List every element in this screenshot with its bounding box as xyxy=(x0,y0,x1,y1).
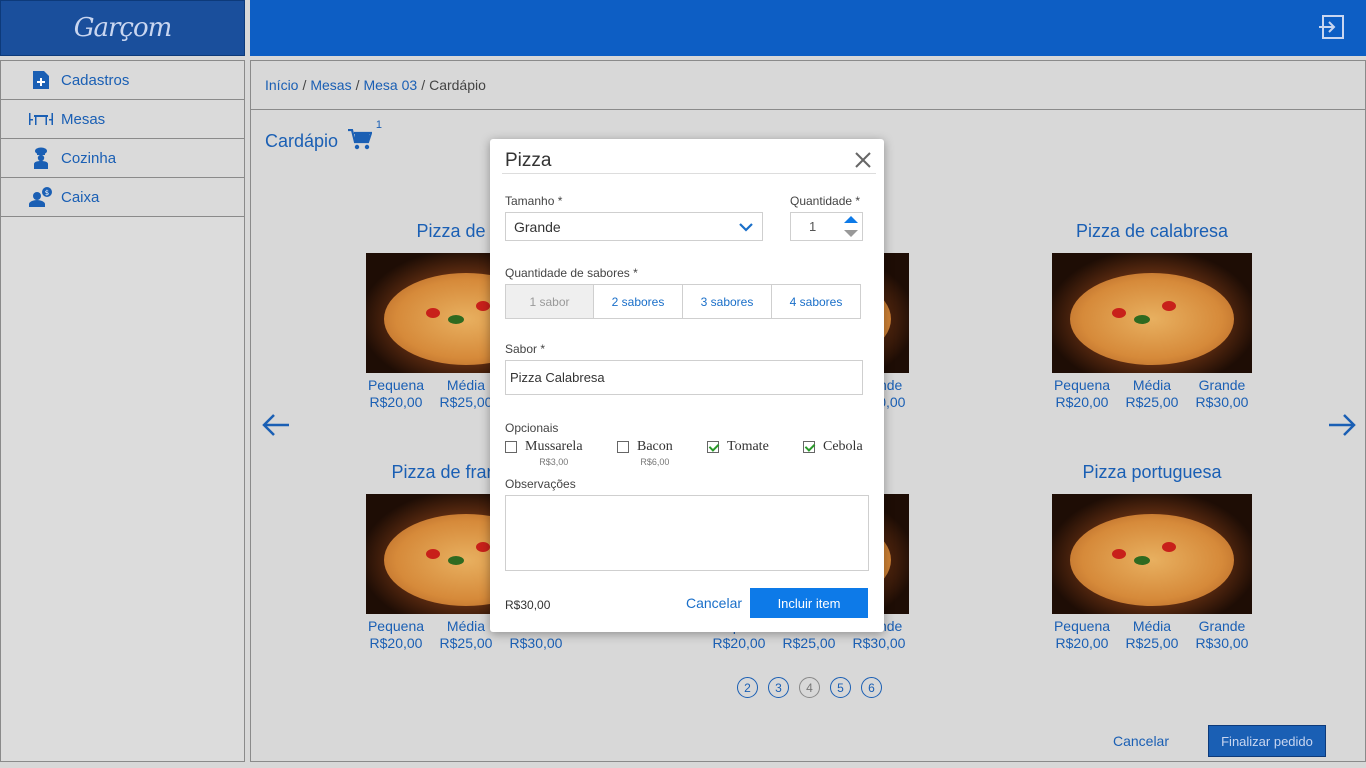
pizza-image xyxy=(1052,494,1252,614)
tables-icon xyxy=(29,108,53,130)
optionals-label: Opcionais xyxy=(505,421,559,435)
page-button[interactable]: 3 xyxy=(768,677,789,698)
checkbox[interactable] xyxy=(617,441,629,453)
product-card[interactable]: Pizza portuguesa Pequena R$20,00 Média R$2… xyxy=(1047,462,1257,652)
price-option[interactable]: PequenaR$20,00 xyxy=(1047,618,1117,652)
sidebar-item-label: Cozinha xyxy=(61,149,117,167)
cancel-order-link[interactable]: Cancelar xyxy=(1113,733,1169,749)
optional-price: R$3,00 xyxy=(539,457,569,467)
breadcrumb-separator: / xyxy=(355,77,360,93)
sidebar: Cadastros Mesas Cozinha $ Caixa xyxy=(0,60,245,762)
page-button-active[interactable]: 4 xyxy=(799,677,820,698)
close-icon[interactable] xyxy=(854,151,872,169)
breadcrumb-mesas[interactable]: Mesas xyxy=(310,77,351,93)
arrow-left-icon[interactable] xyxy=(261,410,291,440)
sidebar-item-label: Caixa xyxy=(61,188,100,206)
breadcrumb-separator: / xyxy=(421,77,426,93)
page-title: Cardápio xyxy=(265,130,339,151)
pizza-image xyxy=(1052,253,1252,373)
price-option[interactable]: PequenaR$20,00 xyxy=(1047,377,1117,411)
flavor-label: Sabor * xyxy=(505,342,546,356)
product-title: Pizza portuguesa xyxy=(1082,462,1222,482)
top-bar xyxy=(250,0,1366,56)
optional-tomate[interactable]: Tomate xyxy=(707,439,769,455)
add-file-icon xyxy=(29,69,53,91)
dialog-title: Pizza xyxy=(505,150,552,171)
price-option[interactable]: MédiaR$25,00 xyxy=(1117,618,1187,652)
page-button[interactable]: 5 xyxy=(830,677,851,698)
optional-name: Cebola xyxy=(823,439,863,454)
price-option[interactable]: PequenaR$20,00 xyxy=(361,377,431,411)
cart-button[interactable]: 1 xyxy=(348,119,382,153)
size-value: Grande xyxy=(514,218,561,235)
breadcrumb-current: Cardápio xyxy=(429,77,486,93)
sidebar-item-mesas[interactable]: Mesas xyxy=(1,100,244,139)
chevron-down-icon xyxy=(739,223,753,232)
app-logo: Garçom xyxy=(73,13,173,43)
divider xyxy=(502,173,876,174)
pagination: 2 3 4 5 6 xyxy=(737,677,882,698)
product-title: Pizza de calabresa xyxy=(1075,221,1229,241)
logout-icon[interactable] xyxy=(1318,13,1346,41)
optional-name: Bacon xyxy=(637,439,673,454)
cashier-icon: $ xyxy=(29,186,53,208)
sidebar-item-caixa[interactable]: $ Caixa xyxy=(1,178,244,217)
cart-badge: 1 xyxy=(375,119,383,131)
notes-textarea[interactable] xyxy=(505,495,869,571)
cancel-button[interactable]: Cancelar xyxy=(686,595,742,611)
flavor-count-2-button[interactable]: 2 sabores xyxy=(593,284,683,319)
sidebar-item-cadastros[interactable]: Cadastros xyxy=(1,61,244,100)
chef-icon xyxy=(29,147,53,169)
flavor-count-3-button[interactable]: 3 sabores xyxy=(682,284,772,319)
flavors-count-group: 1 sabor 2 sabores 3 sabores 4 sabores xyxy=(505,284,861,319)
arrow-right-icon[interactable] xyxy=(1327,410,1357,440)
price-option[interactable]: PequenaR$20,00 xyxy=(361,618,431,652)
flavor-value: Pizza Calabresa xyxy=(510,370,605,385)
add-item-button[interactable]: Incluir item xyxy=(750,588,868,618)
breadcrumb-mesa[interactable]: Mesa 03 xyxy=(363,77,417,93)
quantity-value: 1 xyxy=(809,219,817,234)
sidebar-item-cozinha[interactable]: Cozinha xyxy=(1,139,244,178)
flavor-count-4-button[interactable]: 4 sabores xyxy=(771,284,861,319)
price-list: PequenaR$20,00 MédiaR$25,00 GrandeR$30,0… xyxy=(1047,618,1257,652)
optional-price: R$6,00 xyxy=(640,457,670,467)
increment-icon[interactable] xyxy=(844,216,858,223)
product-card[interactable]: Pizza de calabresa Pequena R$20,00 Média R… xyxy=(1047,221,1257,411)
optional-bacon[interactable]: Bacon R$6,00 xyxy=(617,439,673,467)
quantity-stepper[interactable]: 1 xyxy=(790,212,863,241)
svg-text:$: $ xyxy=(45,189,49,197)
size-select[interactable]: Grande xyxy=(505,212,763,241)
notes-label: Observações xyxy=(505,477,576,491)
total-price: R$30,00 xyxy=(505,598,551,612)
optional-name: Mussarela xyxy=(525,439,583,454)
finish-order-button[interactable]: Finalizar pedido xyxy=(1208,725,1326,757)
cart-icon xyxy=(348,128,373,150)
checkbox-checked[interactable] xyxy=(803,441,815,453)
quantity-label: Quantidade * xyxy=(790,194,861,208)
decrement-icon[interactable] xyxy=(844,230,858,237)
flavor-field[interactable]: Pizza Calabresa xyxy=(505,360,863,395)
price-option[interactable]: MédiaR$25,00 xyxy=(1117,377,1187,411)
flavor-count-1-button[interactable]: 1 sabor xyxy=(505,284,594,319)
optional-name: Tomate xyxy=(727,439,769,454)
page-button[interactable]: 2 xyxy=(737,677,758,698)
price-list: PequenaR$20,00 MédiaR$25,00 GrandeR$30,0… xyxy=(1047,377,1257,411)
price-option[interactable]: GrandeR$30,00 xyxy=(1187,377,1257,411)
flavors-count-label: Quantidade de sabores * xyxy=(505,266,638,280)
breadcrumb-separator: / xyxy=(302,77,307,93)
breadcrumb-inicio[interactable]: Início xyxy=(265,77,298,93)
page-button[interactable]: 6 xyxy=(861,677,882,698)
optional-cebola[interactable]: Cebola xyxy=(803,439,863,455)
add-item-dialog: Pizza Tamanho * Grande Quantidade * 1 Qu… xyxy=(490,139,884,632)
optional-mussarela[interactable]: Mussarela R$3,00 xyxy=(505,439,583,467)
sidebar-item-label: Mesas xyxy=(61,110,106,128)
page-title-row: Cardápio 1 xyxy=(265,119,382,153)
sidebar-item-label: Cadastros xyxy=(61,71,130,89)
logo-box: Garçom xyxy=(0,0,245,56)
breadcrumb: Início / Mesas / Mesa 03 / Cardápio xyxy=(251,61,1365,110)
price-option[interactable]: GrandeR$30,00 xyxy=(1187,618,1257,652)
size-label: Tamanho * xyxy=(505,194,563,208)
checkbox[interactable] xyxy=(505,441,517,453)
checkbox-checked[interactable] xyxy=(707,441,719,453)
